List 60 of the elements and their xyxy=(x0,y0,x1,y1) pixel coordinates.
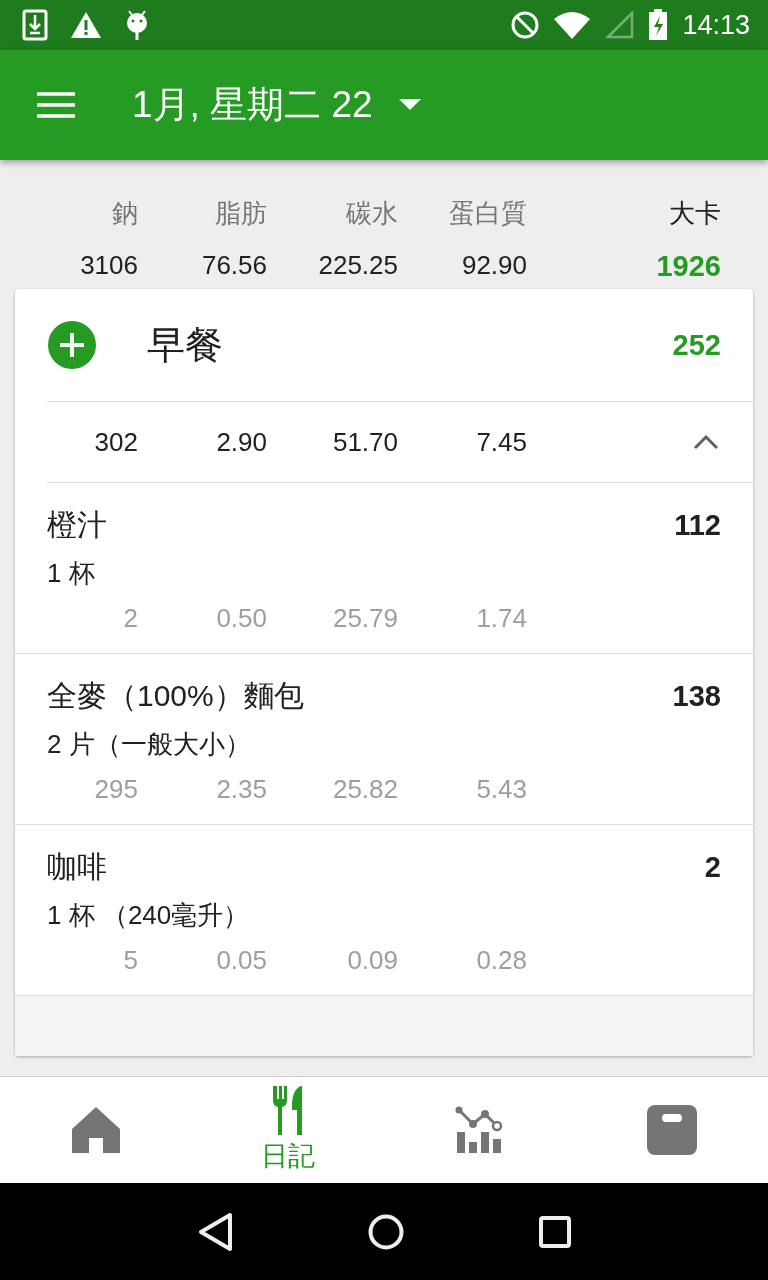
date-dropdown[interactable]: 1月, 星期二 22 xyxy=(132,80,421,130)
download-icon xyxy=(22,9,48,41)
nutrient-label: 脂肪 xyxy=(214,197,267,230)
nutrient-label: 鈉 xyxy=(111,197,138,230)
android-icon xyxy=(124,9,150,41)
battery-icon xyxy=(648,9,669,41)
meal-nutrient-total: 2.90 xyxy=(215,426,267,458)
food-nutrient-value: 0.09 xyxy=(346,945,398,976)
wifi-icon xyxy=(554,11,591,39)
food-nutrient-value: 5 xyxy=(122,945,138,976)
meal-nutrient-total: 302 xyxy=(93,426,138,458)
nutrient-total: 76.56 xyxy=(200,249,267,282)
food-nutrient-value: 25.82 xyxy=(331,774,398,805)
clock-time: 14:13 xyxy=(682,9,750,41)
meal-nutrient-total: 7.45 xyxy=(475,426,527,458)
serving-size: 1 杯 xyxy=(47,557,95,590)
food-nutrient-value: 0.05 xyxy=(215,945,267,976)
nutrient-label: 蛋白質 xyxy=(448,197,527,230)
home-button-icon[interactable] xyxy=(368,1213,404,1250)
food-nutrient-value: 25.79 xyxy=(331,603,398,634)
fork-knife-icon xyxy=(271,1086,305,1136)
food-nutrient-value: 2.35 xyxy=(215,774,267,805)
dropdown-caret-icon xyxy=(398,99,421,111)
food-nutrient-value: 5.43 xyxy=(475,774,527,805)
food-nutrient-value: 2 xyxy=(122,603,138,634)
food-name: 橙汁 xyxy=(47,507,107,543)
nutrient-label: 碳水 xyxy=(345,197,398,230)
meal-name: 早餐 xyxy=(147,322,224,368)
back-icon[interactable] xyxy=(197,1211,234,1252)
nutrient-total: 92.90 xyxy=(460,249,527,282)
food-name: 咖啡 xyxy=(47,849,107,885)
meal-calories: 252 xyxy=(672,328,721,362)
add-icon[interactable] xyxy=(47,320,97,370)
nutrient-total: 3106 xyxy=(79,249,138,282)
food-entry[interactable]: 橙汁 112 1 杯 2 0.50 25.79 1.74 xyxy=(15,483,753,654)
food-nutrient-value: 1.74 xyxy=(475,603,527,634)
calories-total: 1926 xyxy=(655,249,721,284)
chart-icon xyxy=(455,1105,505,1155)
food-nutrient-value: 0.28 xyxy=(475,945,527,976)
signal-icon xyxy=(604,11,635,39)
food-nutrient-value: 0.50 xyxy=(215,603,267,634)
food-calories: 2 xyxy=(704,851,721,884)
food-nutrient-value: 295 xyxy=(93,774,138,805)
warning-icon xyxy=(70,11,102,39)
serving-size: 1 杯 （240毫升） xyxy=(47,899,250,932)
nav-tab[interactable]: 日記 xyxy=(192,1077,384,1183)
do-not-disturb-icon xyxy=(510,10,541,40)
food-calories: 138 xyxy=(672,680,721,713)
serving-size: 2 片（一般大小） xyxy=(47,728,251,761)
food-entry[interactable]: 全麥（100%）麵包 138 2 片（一般大小） 295 2.35 25.82 5.43 xyxy=(15,654,753,825)
meal-nutrient-total: 51.70 xyxy=(331,426,398,458)
food-name: 全麥（100%）麵包 xyxy=(47,678,304,714)
collapse-icon[interactable] xyxy=(693,434,719,450)
recents-icon[interactable] xyxy=(538,1215,571,1248)
scale-icon xyxy=(647,1105,697,1155)
nutrient-total: 225.25 xyxy=(317,249,398,282)
home-icon xyxy=(71,1105,121,1155)
menu-icon[interactable] xyxy=(37,92,75,118)
calories-label: 大卡 xyxy=(668,197,721,230)
food-calories: 112 xyxy=(674,509,721,542)
